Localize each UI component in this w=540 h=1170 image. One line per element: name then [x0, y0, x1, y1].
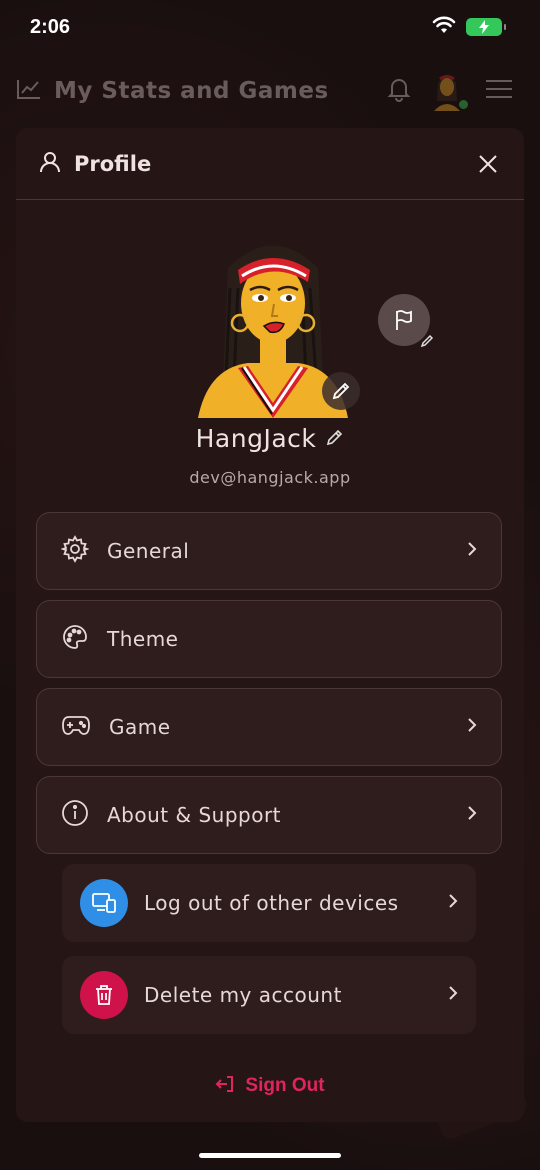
gear-icon: [60, 535, 90, 567]
pencil-icon: [332, 382, 350, 400]
menu-item-game[interactable]: Game: [36, 688, 502, 766]
edit-flag-pencil-icon[interactable]: [420, 333, 434, 352]
flag-icon: [396, 310, 412, 330]
menu-label-about-support: About & Support: [107, 803, 282, 827]
sign-out-button[interactable]: Sign Out: [16, 1074, 524, 1098]
status-time: 2:06: [30, 15, 71, 38]
edit-avatar-button[interactable]: [322, 372, 360, 410]
log-out-other-devices-button[interactable]: Log out of other devices: [62, 864, 476, 942]
online-status-dot: [459, 100, 468, 109]
menu-item-about-support[interactable]: About & Support: [36, 776, 502, 854]
chevron-right-icon: [467, 541, 477, 561]
log-out-other-devices-label: Log out of other devices: [144, 891, 399, 915]
chevron-right-icon: [467, 717, 477, 737]
bell-icon[interactable]: [386, 76, 412, 106]
palette-icon: [61, 623, 89, 655]
battery-icon: [466, 18, 506, 36]
status-icons: [432, 16, 506, 38]
devices-icon: [80, 879, 128, 927]
chevron-right-icon: [467, 805, 477, 825]
trash-icon: [80, 971, 128, 1019]
chevron-right-icon: [448, 985, 458, 1005]
info-icon: [61, 799, 89, 831]
profile-panel: Profile HangJack dev@hangjack.app Genera…: [16, 128, 524, 1122]
gamepad-icon: [61, 713, 91, 741]
delete-account-label: Delete my account: [144, 983, 342, 1007]
sign-out-icon: [215, 1074, 235, 1098]
menu-label-theme: Theme: [107, 627, 179, 651]
username-row[interactable]: HangJack: [16, 424, 524, 453]
panel-title: Profile: [74, 151, 152, 176]
edit-username-pencil-icon[interactable]: [326, 428, 344, 450]
close-button[interactable]: [474, 150, 502, 178]
wifi-icon: [432, 16, 456, 38]
chart-icon[interactable]: [16, 78, 42, 104]
sign-out-label: Sign Out: [245, 1075, 325, 1096]
app-title: My Stats and Games: [54, 78, 329, 104]
delete-account-button[interactable]: Delete my account: [62, 956, 476, 1034]
user-email: dev@hangjack.app: [189, 468, 351, 487]
menu-label-game: Game: [109, 715, 171, 739]
close-icon: [479, 154, 497, 173]
menu-item-general[interactable]: General: [36, 512, 502, 590]
user-icon: [38, 150, 62, 178]
panel-header: Profile: [16, 128, 524, 200]
username: HangJack: [195, 424, 317, 453]
avatar[interactable]: [430, 71, 468, 111]
menu-item-theme[interactable]: Theme: [36, 600, 502, 678]
menu-label-general: General: [107, 539, 190, 563]
status-bar: 2:06: [0, 0, 540, 54]
hamburger-menu-icon[interactable]: [486, 79, 512, 103]
app-header: My Stats and Games: [16, 68, 512, 114]
home-indicator[interactable]: [199, 1153, 341, 1158]
chevron-right-icon: [448, 893, 458, 913]
